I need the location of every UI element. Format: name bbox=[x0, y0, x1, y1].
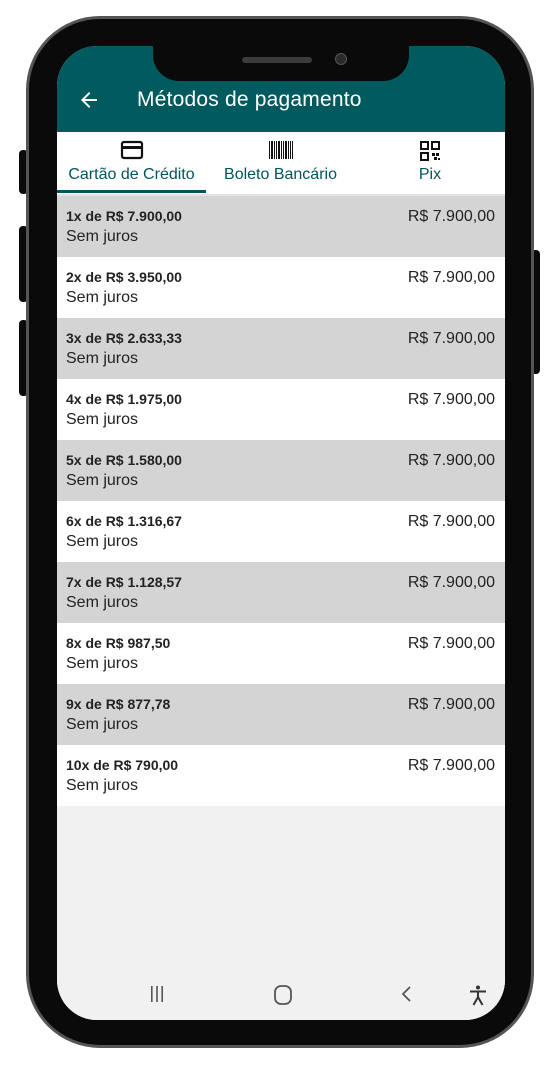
installment-row[interactable]: 4x de R$ 1.975,00 Sem juros R$ 7.900,00 bbox=[57, 379, 505, 440]
arrow-left-icon[interactable] bbox=[77, 88, 101, 112]
accessibility-icon[interactable] bbox=[467, 984, 489, 1006]
installment-interest: Sem juros bbox=[66, 716, 139, 733]
installment-interest: Sem juros bbox=[66, 472, 139, 489]
installment-row[interactable]: 8x de R$ 987,50 Sem juros R$ 7.900,00 bbox=[57, 623, 505, 684]
tab-boleto-label: Boleto Bancário bbox=[224, 166, 337, 183]
system-navigation-bar bbox=[57, 970, 505, 1020]
installment-row[interactable]: 5x de R$ 1.580,00 Sem juros R$ 7.900,00 bbox=[57, 440, 505, 501]
qr-code-icon bbox=[420, 141, 440, 161]
credit-card-icon bbox=[120, 140, 143, 160]
tab-pix-label: Pix bbox=[418, 166, 442, 183]
installment-value: 8x de R$ 987,50 bbox=[66, 635, 171, 651]
installment-total: R$ 7.900,00 bbox=[407, 208, 495, 225]
installment-interest: Sem juros bbox=[66, 594, 139, 611]
installment-total: R$ 7.900,00 bbox=[407, 757, 495, 774]
home-icon[interactable] bbox=[272, 984, 294, 1006]
installment-list: 1x de R$ 7.900,00 Sem juros R$ 7.900,00 … bbox=[57, 196, 505, 806]
installment-value: 1x de R$ 7.900,00 bbox=[66, 208, 182, 224]
tab-boleto[interactable]: Boleto Bancário bbox=[206, 132, 355, 194]
installment-interest: Sem juros bbox=[66, 350, 139, 367]
installment-row[interactable]: 2x de R$ 3.950,00 Sem juros R$ 7.900,00 bbox=[57, 257, 505, 318]
installment-value: 5x de R$ 1.580,00 bbox=[66, 452, 182, 468]
phone-screen: Métodos de pagamento Cartão de Crédito B… bbox=[57, 46, 505, 1020]
installment-total: R$ 7.900,00 bbox=[407, 574, 495, 591]
installment-interest: Sem juros bbox=[66, 777, 139, 794]
installment-value: 2x de R$ 3.950,00 bbox=[66, 269, 182, 285]
installment-value: 10x de R$ 790,00 bbox=[66, 757, 179, 773]
installment-row[interactable]: 7x de R$ 1.128,57 Sem juros R$ 7.900,00 bbox=[57, 562, 505, 623]
phone-speaker bbox=[242, 57, 312, 63]
installment-total: R$ 7.900,00 bbox=[407, 269, 495, 286]
installment-total: R$ 7.900,00 bbox=[407, 513, 495, 530]
payment-method-tabs: Cartão de Crédito Boleto Bancário Pix bbox=[57, 132, 505, 194]
installment-interest: Sem juros bbox=[66, 411, 139, 428]
installment-value: 9x de R$ 877,78 bbox=[66, 696, 171, 712]
installment-total: R$ 7.900,00 bbox=[407, 330, 495, 347]
installment-value: 6x de R$ 1.316,67 bbox=[66, 513, 182, 529]
installment-total: R$ 7.900,00 bbox=[407, 696, 495, 713]
installment-interest: Sem juros bbox=[66, 289, 139, 306]
tab-credit-card[interactable]: Cartão de Crédito bbox=[57, 132, 206, 194]
installment-row[interactable]: 3x de R$ 2.633,33 Sem juros R$ 7.900,00 bbox=[57, 318, 505, 379]
installment-interest: Sem juros bbox=[66, 533, 139, 550]
installment-row[interactable]: 6x de R$ 1.316,67 Sem juros R$ 7.900,00 bbox=[57, 501, 505, 562]
active-tab-indicator bbox=[57, 190, 206, 193]
tab-credit-card-label: Cartão de Crédito bbox=[68, 166, 195, 183]
installment-total: R$ 7.900,00 bbox=[407, 635, 495, 652]
installment-total: R$ 7.900,00 bbox=[407, 391, 495, 408]
front-camera bbox=[335, 53, 347, 65]
installment-row[interactable]: 10x de R$ 790,00 Sem juros R$ 7.900,00 bbox=[57, 745, 505, 806]
installment-value: 4x de R$ 1.975,00 bbox=[66, 391, 182, 407]
installment-row[interactable]: 9x de R$ 877,78 Sem juros R$ 7.900,00 bbox=[57, 684, 505, 745]
installment-value: 7x de R$ 1.128,57 bbox=[66, 574, 182, 590]
installment-interest: Sem juros bbox=[66, 228, 139, 245]
installment-total: R$ 7.900,00 bbox=[407, 452, 495, 469]
installment-value: 3x de R$ 2.633,33 bbox=[66, 330, 182, 346]
tab-pix[interactable]: Pix bbox=[355, 132, 505, 194]
installment-row[interactable]: 1x de R$ 7.900,00 Sem juros R$ 7.900,00 bbox=[57, 196, 505, 257]
barcode-icon bbox=[268, 141, 293, 159]
page-title: Métodos de pagamento bbox=[137, 88, 362, 111]
recents-icon[interactable] bbox=[147, 984, 167, 1004]
nav-back-icon[interactable] bbox=[397, 984, 417, 1004]
phone-notch bbox=[153, 46, 409, 81]
installment-interest: Sem juros bbox=[66, 655, 139, 672]
